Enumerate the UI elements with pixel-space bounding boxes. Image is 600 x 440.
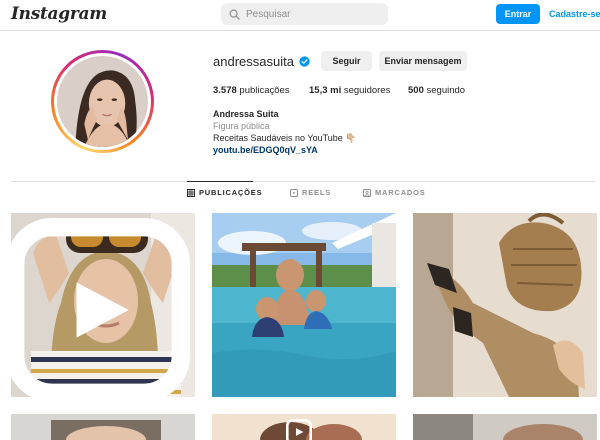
post-image bbox=[413, 213, 597, 397]
stat-following-label: seguindo bbox=[426, 85, 466, 96]
avatar-image bbox=[57, 56, 148, 147]
profile-avatar-story-ring[interactable] bbox=[51, 50, 154, 153]
profile-description: Receitas Saudáveis no YouTube 👇🏼 bbox=[213, 133, 357, 143]
stat-followers-value: 15,3 mi bbox=[309, 85, 342, 96]
tab-reels[interactable]: REELS bbox=[290, 188, 331, 197]
tab-reels-label: REELS bbox=[302, 188, 332, 197]
post-thumbnail[interactable] bbox=[212, 414, 396, 440]
stat-posts-label: publicações bbox=[239, 85, 290, 96]
post-thumbnail[interactable] bbox=[212, 213, 396, 397]
search-icon bbox=[229, 9, 240, 20]
stat-posts: 3.578 publicações bbox=[213, 85, 290, 96]
tab-tagged-label: MARCADOS bbox=[375, 188, 426, 197]
search-input[interactable] bbox=[246, 8, 376, 20]
stat-followers[interactable]: 15,3 mi seguidores bbox=[309, 85, 390, 96]
profile-username-row: andressasuita bbox=[213, 54, 310, 69]
post-image bbox=[413, 414, 597, 440]
stat-followers-label: seguidores bbox=[343, 85, 391, 96]
stat-posts-value: 3.578 bbox=[213, 85, 237, 96]
profile-full-name: Andressa Suita bbox=[213, 109, 279, 119]
post-thumbnail[interactable] bbox=[413, 414, 597, 440]
tab-posts-label: PUBLICAÇÕES bbox=[199, 188, 263, 197]
post-thumbnail[interactable] bbox=[11, 213, 195, 397]
send-message-button[interactable]: Enviar mensagem bbox=[379, 51, 467, 71]
tab-tagged[interactable]: MARCADOS bbox=[363, 188, 426, 197]
instagram-logo[interactable]: Instagram bbox=[11, 4, 107, 24]
follow-button[interactable]: Seguir bbox=[321, 51, 372, 71]
profile-username: andressasuita bbox=[213, 54, 294, 69]
reel-badge-icon bbox=[11, 218, 190, 397]
profile-external-link[interactable]: youtu.be/EDGQ0qV_sYA bbox=[213, 144, 356, 156]
top-navigation-bar: Instagram Entrar Cadastre-se bbox=[0, 0, 600, 31]
avatar bbox=[57, 56, 148, 147]
reel-badge-icon bbox=[286, 419, 312, 440]
reels-icon bbox=[290, 188, 298, 197]
post-image bbox=[11, 414, 195, 440]
active-tab-indicator bbox=[187, 181, 253, 182]
signup-link[interactable]: Cadastre-se bbox=[549, 9, 600, 19]
tab-posts[interactable]: PUBLICAÇÕES bbox=[187, 188, 262, 197]
tagged-icon bbox=[363, 188, 371, 197]
search-box[interactable] bbox=[221, 3, 388, 25]
post-thumbnail[interactable] bbox=[413, 213, 597, 397]
post-thumbnail[interactable] bbox=[11, 414, 195, 440]
stat-following-value: 500 bbox=[408, 85, 424, 96]
tabs-divider bbox=[11, 181, 595, 182]
stat-following[interactable]: 500 seguindo bbox=[408, 85, 465, 96]
grid-icon bbox=[187, 188, 195, 197]
post-image bbox=[212, 213, 396, 397]
login-button[interactable]: Entrar bbox=[496, 4, 540, 24]
profile-category: Figura pública bbox=[213, 121, 270, 131]
profile-bio: Andressa Suita Figura pública Receitas S… bbox=[213, 108, 356, 156]
verified-badge-icon bbox=[299, 56, 310, 67]
